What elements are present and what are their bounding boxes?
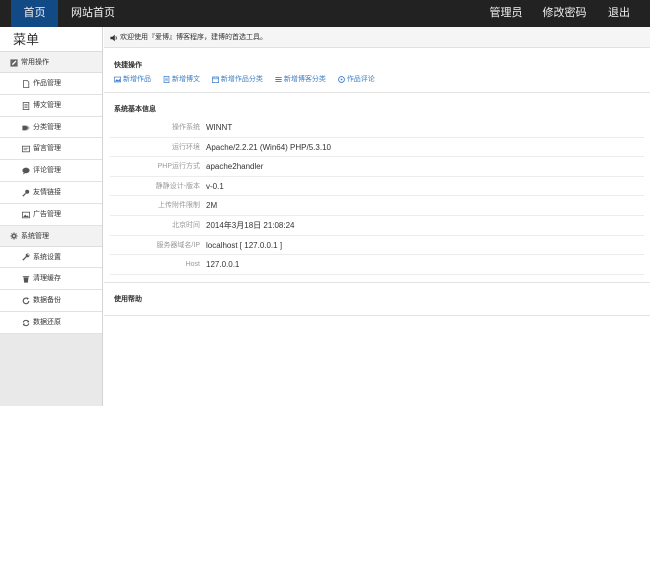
info-label: 运行环境 [172, 143, 200, 151]
sidebar-item-comments[interactable]: 评论管理 [0, 160, 102, 182]
info-row-version: 静静设计-版本 v-0.1 [110, 177, 644, 197]
sidebar-group-label: 常用操作 [21, 59, 49, 66]
info-row-env: 运行环境 Apache/2.2.21 (Win64) PHP/5.3.10 [110, 138, 644, 158]
sidebar-item-label: 友情链接 [33, 188, 61, 196]
backup-icon [22, 297, 30, 305]
welcome-notice: 欢迎使用『爱博』博客程序，建博的首选工具。 [104, 27, 650, 48]
help-panel: 使用帮助 [104, 282, 650, 316]
system-info-title: 系统基本信息 [114, 106, 156, 113]
quick-actions-panel: 快捷操作 新增作品 新增博文 新增作品分类 新增博客分类 作品评论 [104, 53, 650, 93]
sidebar-item-label: 作品管理 [33, 80, 61, 87]
system-info-table: 操作系统 WINNT 运行环境 Apache/2.2.21 (Win64) PH… [110, 118, 644, 275]
sidebar-group-system[interactable]: 系统管理 [0, 225, 102, 247]
info-value: 2M [206, 201, 218, 211]
circle-icon [337, 75, 345, 83]
list-icon [275, 76, 282, 82]
quick-new-post-link[interactable]: 新增博文 [163, 74, 200, 84]
picture-icon [22, 211, 30, 218]
top-navbar: 首页 网站首页 管理员 修改密码 退出 [0, 0, 650, 27]
info-value: v-0.1 [206, 181, 224, 191]
info-value: Apache/2.2.21 (Win64) PHP/5.3.10 [206, 142, 331, 152]
sidebar-item-label: 清理缓存 [33, 275, 61, 283]
quick-link-label: 新增博客分类 [283, 76, 326, 83]
wrench-icon [22, 254, 30, 262]
sidebar-item-label: 博文管理 [33, 101, 61, 109]
sidebar-title: 菜单 [0, 27, 102, 52]
info-value: 2014年3月18日 21:08:24 [206, 220, 295, 230]
info-row-beijing-time: 北京时间 2014年3月18日 21:08:24 [110, 216, 644, 236]
info-value: apache2handler [206, 162, 264, 172]
document-icon [163, 75, 170, 83]
sidebar-item-label: 留言管理 [33, 145, 61, 153]
speaker-icon [110, 34, 117, 41]
sidebar-item-posts[interactable]: 博文管理 [0, 94, 102, 117]
info-value: WINNT [206, 123, 233, 132]
quick-link-label: 新增作品 [123, 76, 151, 83]
sidebar: 菜单 常用操作 作品管理 博文管理 分类管理 留言管理 评论管理 友情链接 广告… [0, 27, 103, 406]
sidebar-item-label: 评论管理 [33, 167, 61, 175]
edit-icon [10, 58, 18, 67]
calendar-icon [211, 75, 219, 83]
info-value: localhost [ 127.0.0.1 ] [206, 240, 283, 250]
nav-change-password-link[interactable]: 修改密码 [537, 0, 592, 27]
sidebar-group-common[interactable]: 常用操作 [0, 52, 102, 73]
sidebar-item-backup[interactable]: 数据备份 [0, 290, 102, 312]
quick-actions-title: 快捷操作 [114, 62, 142, 69]
info-row-upload-limit: 上传附件限制 2M [110, 196, 644, 216]
sidebar-item-restore[interactable]: 数据还原 [0, 311, 102, 334]
comment-icon [22, 167, 30, 175]
main-content: 欢迎使用『爱博』博客程序，建博的首选工具。 快捷操作 新增作品 新增博文 新增作… [104, 27, 650, 406]
sidebar-item-label: 广告管理 [33, 210, 61, 218]
help-title[interactable]: 使用帮助 [104, 294, 142, 304]
quick-link-label: 新增博文 [171, 76, 200, 83]
info-label: 上传附件限制 [158, 202, 200, 210]
info-value: 127.0.0.1 [206, 260, 240, 270]
restore-icon [22, 319, 30, 327]
file-icon [23, 79, 30, 88]
sidebar-item-label: 分类管理 [33, 123, 61, 131]
sidebar-item-label: 系统设置 [33, 253, 61, 261]
info-row-server-ip: 服务器域名/IP localhost [ 127.0.0.1 ] [110, 236, 644, 256]
sidebar-group-label: 系统管理 [21, 232, 49, 240]
sidebar-item-label: 数据备份 [33, 297, 61, 305]
sidebar-item-works[interactable]: 作品管理 [0, 73, 102, 95]
link-icon [22, 189, 30, 197]
info-label: 操作系统 [172, 124, 200, 131]
quick-new-work-category-link[interactable]: 新增作品分类 [211, 74, 263, 84]
nav-home-link[interactable]: 首页 [11, 0, 58, 27]
quick-link-label: 新增作品分类 [220, 76, 263, 83]
info-label: 静静设计-版本 [155, 182, 200, 190]
trash-icon [22, 276, 30, 283]
nav-logout-link[interactable]: 退出 [600, 0, 638, 27]
sidebar-item-links[interactable]: 友情链接 [0, 181, 102, 204]
sidebar-item-messages[interactable]: 留言管理 [0, 138, 102, 161]
info-row-os: 操作系统 WINNT [110, 118, 644, 138]
quick-new-work-link[interactable]: 新增作品 [114, 74, 151, 84]
quick-new-blog-category-link[interactable]: 新增博客分类 [275, 74, 326, 84]
info-row-host: Host 127.0.0.1 [110, 255, 644, 275]
sidebar-item-clear-cache[interactable]: 清理缓存 [0, 268, 102, 291]
info-label: 北京时间 [172, 221, 200, 229]
nav-admin-link[interactable]: 管理员 [484, 0, 528, 27]
document-icon [22, 101, 30, 110]
sidebar-item-ads[interactable]: 广告管理 [0, 203, 102, 226]
info-label: Host [185, 261, 200, 269]
tags-icon [22, 125, 30, 130]
nav-site-home-link[interactable]: 网站首页 [62, 0, 124, 27]
quick-link-label: 作品评论 [346, 76, 375, 83]
sidebar-item-label: 数据还原 [33, 318, 61, 326]
sidebar-item-categories[interactable]: 分类管理 [0, 116, 102, 139]
image-icon [114, 76, 121, 82]
welcome-text: 欢迎使用『爱博』博客程序，建博的首选工具。 [120, 34, 267, 41]
info-label: 服务器域名/IP [156, 241, 200, 249]
gear-icon [10, 232, 18, 240]
info-row-php-mode: PHP运行方式 apache2handler [110, 157, 644, 177]
quick-work-comments-link[interactable]: 作品评论 [337, 74, 375, 84]
info-label: PHP运行方式 [157, 163, 200, 171]
quick-actions-links: 新增作品 新增博文 新增作品分类 新增博客分类 作品评论 [114, 74, 385, 84]
message-icon [22, 146, 30, 153]
sidebar-item-settings[interactable]: 系统设置 [0, 246, 102, 269]
